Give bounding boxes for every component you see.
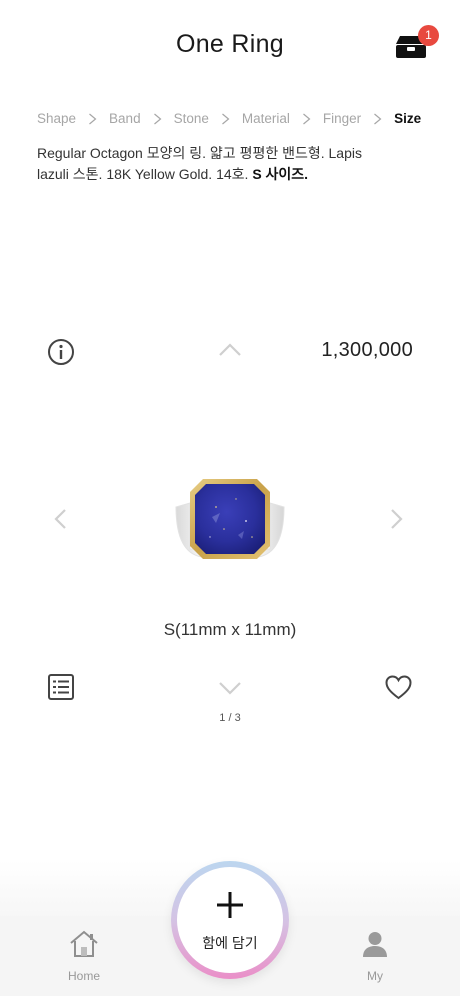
heart-icon: [385, 675, 412, 700]
info-icon: [48, 339, 74, 365]
tab-my[interactable]: My: [340, 930, 410, 983]
detail-list-button[interactable]: [48, 674, 74, 705]
breadcrumb-material[interactable]: Material: [242, 111, 290, 126]
next-option-down-button[interactable]: [218, 680, 242, 701]
breadcrumb-size[interactable]: Size: [394, 111, 421, 126]
product-description: Regular Octagon 모양의 링. 얇고 평평한 밴드형. Lapis…: [37, 143, 397, 185]
app-title: One Ring: [175, 30, 284, 58]
home-icon: [70, 930, 98, 957]
chevron-right-icon: [374, 113, 382, 124]
description-size-emphasis: S 사이즈.: [252, 166, 309, 182]
tab-home-label: Home: [67, 969, 100, 983]
chevron-right-icon: [89, 113, 97, 124]
chevron-up-icon: [219, 343, 241, 356]
ring-image: [175, 479, 285, 559]
add-to-box-button[interactable]: 함에 담기: [171, 861, 289, 979]
breadcrumb: Shape Band Stone Material Finger Size: [37, 111, 430, 126]
size-label: S(11mm x 11mm): [163, 620, 297, 639]
breadcrumb-band[interactable]: Band: [109, 111, 141, 126]
breadcrumb-shape[interactable]: Shape: [37, 111, 76, 126]
price: 1,300,000: [321, 339, 413, 361]
page-indicator: 1 / 3: [219, 712, 241, 724]
chevron-left-icon: [54, 509, 66, 529]
chevron-right-icon: [302, 113, 311, 124]
carousel-next-button[interactable]: [390, 508, 404, 535]
chevron-right-icon: [221, 113, 230, 124]
breadcrumb-finger[interactable]: Finger: [323, 111, 361, 126]
product-configurator-screen: One Ring 1 Shape Band Stone Material Fin…: [0, 0, 460, 996]
tab-my-label: My: [367, 969, 383, 983]
user-icon: [363, 932, 387, 957]
info-button[interactable]: [47, 338, 75, 371]
plus-icon: [217, 892, 243, 918]
description-text: Regular Octagon 모양의 링. 얇고 평평한 밴드형. Lapis…: [37, 145, 362, 182]
chevron-right-icon: [391, 509, 403, 529]
breadcrumb-stone[interactable]: Stone: [174, 111, 209, 126]
favorite-button[interactable]: [385, 675, 412, 705]
carousel-prev-button[interactable]: [53, 508, 67, 535]
chevron-right-icon: [153, 113, 162, 124]
cart-count-badge: 1: [418, 25, 439, 46]
add-to-box-label: 함에 담기: [202, 935, 258, 951]
chevron-down-icon: [219, 682, 241, 695]
add-to-box-inner: 함에 담기: [177, 867, 283, 973]
previous-option-up-button[interactable]: [218, 342, 242, 363]
list-icon: [48, 674, 74, 700]
tab-home[interactable]: Home: [49, 930, 119, 983]
